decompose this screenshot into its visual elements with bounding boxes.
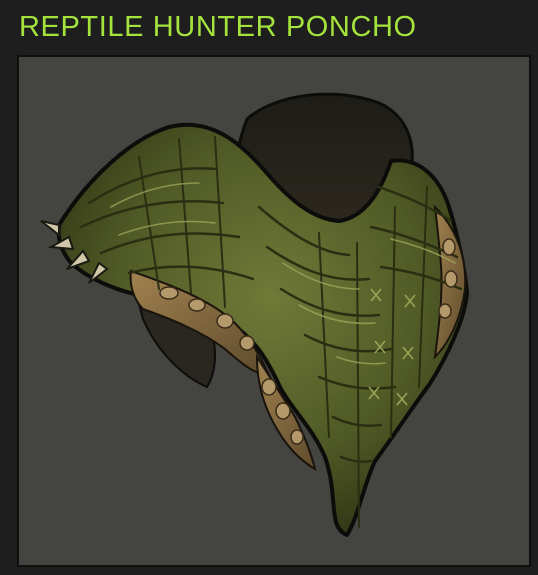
item-preview xyxy=(17,55,531,567)
reptile-poncho-image xyxy=(40,92,469,537)
item-card: REPTILE HUNTER PONCHO xyxy=(0,0,538,575)
item-title: REPTILE HUNTER PONCHO xyxy=(19,11,417,43)
